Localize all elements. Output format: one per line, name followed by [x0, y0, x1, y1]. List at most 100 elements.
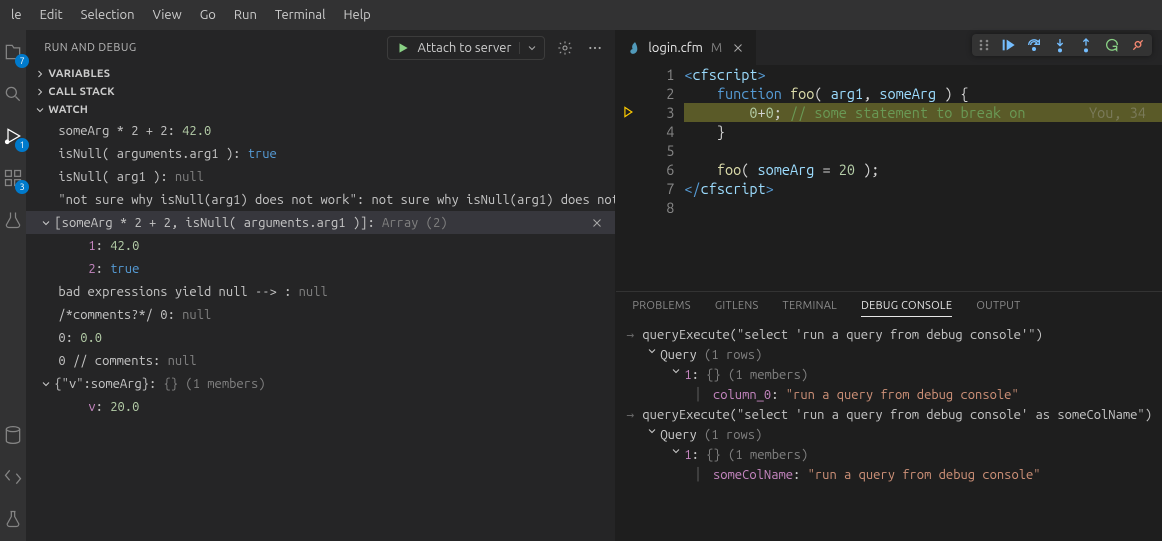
debug-console[interactable]: →queryExecute("select 'run a query from …	[616, 323, 1162, 541]
chevron-down-icon[interactable]	[40, 217, 54, 229]
watch-expression[interactable]: isNull( arguments.arg1 ): true	[26, 142, 615, 165]
console-line[interactable]: →queryExecute("select 'run a query from …	[616, 405, 1162, 425]
explorer-icon[interactable]: 7	[1, 40, 25, 64]
watch-label: WATCH	[48, 104, 88, 116]
testing-icon[interactable]	[1, 208, 25, 232]
ellipsis-icon[interactable]	[585, 38, 605, 58]
panel-tab[interactable]: PROBLEMS	[632, 300, 690, 317]
console-line[interactable]: 1: {} (1 members)	[616, 365, 1162, 385]
panel-tabs: PROBLEMS GITLENS TERMINAL DEBUG CONSOLE OUTP…	[616, 292, 1162, 323]
console-line[interactable]: │ column_0: "run a query from debug cons…	[616, 385, 1162, 405]
extensions-icon[interactable]: 3	[1, 166, 25, 190]
run-debug-icon[interactable]: 1	[1, 124, 25, 148]
debug-toolbar[interactable]	[972, 34, 1152, 56]
menu-item[interactable]: Run	[225, 4, 266, 26]
editor-tab[interactable]: login.cfm M	[616, 30, 757, 65]
console-line[interactable]: │ someColName: "run a query from debug c…	[616, 465, 1162, 485]
continue-icon[interactable]	[1000, 37, 1016, 53]
code-line[interactable]	[684, 198, 1162, 217]
step-over-icon[interactable]	[1026, 37, 1042, 53]
close-icon[interactable]	[728, 40, 748, 56]
watch-expression[interactable]: [someArg * 2 + 2, isNull( arguments.arg1…	[26, 211, 615, 234]
variables-section[interactable]: VARIABLES	[26, 65, 615, 83]
watch-expression[interactable]: bad expressions yield null --> : null	[26, 280, 615, 303]
panel-tab[interactable]: GITLENS	[715, 300, 759, 317]
gear-icon[interactable]	[555, 38, 575, 58]
chevron-right-icon	[34, 86, 48, 98]
watch-child[interactable]: v: 20.0	[26, 395, 615, 418]
bottom-panel: PROBLEMS GITLENS TERMINAL DEBUG CONSOLE OUTP…	[616, 291, 1162, 541]
menu-item[interactable]: le	[2, 4, 31, 26]
chevron-down-icon[interactable]	[670, 365, 684, 377]
debug-config-label: Attach to server	[418, 41, 520, 55]
restart-icon[interactable]	[1104, 37, 1120, 53]
watch-expression[interactable]: /*comments?*/ 0: null	[26, 303, 615, 326]
chevron-down-icon	[34, 104, 48, 116]
watch-list: someArg * 2 + 2: 42.0isNull( arguments.a…	[26, 119, 615, 541]
watch-expression[interactable]: isNull( arg1 ): null	[26, 165, 615, 188]
console-line[interactable]: Query (1 rows)	[616, 345, 1162, 365]
coldfusion-file-icon	[628, 41, 642, 55]
menu-item[interactable]: Help	[334, 4, 379, 26]
code-line[interactable]: function foo( arg1, someArg ) {	[684, 84, 1162, 103]
console-line[interactable]: Query (1 rows)	[616, 425, 1162, 445]
callstack-section[interactable]: CALL STACK	[26, 83, 615, 101]
watch-expression[interactable]: someArg * 2 + 2: 42.0	[26, 119, 615, 142]
panel-tab[interactable]: DEBUG CONSOLE	[861, 300, 952, 317]
chevron-down-icon[interactable]	[40, 378, 54, 390]
chevron-down-icon[interactable]	[646, 345, 660, 357]
code-line[interactable]: }	[684, 122, 1162, 141]
database-icon[interactable]	[1, 423, 25, 447]
chevron-down-icon[interactable]	[646, 425, 660, 437]
code-line[interactable]: <cfscript>	[684, 65, 1162, 84]
watch-expression[interactable]: "not sure why isNull(arg1) does not work…	[26, 188, 615, 211]
code-line[interactable]: foo( someArg = 20 );	[684, 160, 1162, 179]
console-line[interactable]: →queryExecute("select 'run a query from …	[616, 325, 1162, 345]
step-into-icon[interactable]	[1052, 37, 1068, 53]
disconnect-icon[interactable]	[1130, 37, 1146, 53]
input-arrow-icon: →	[626, 405, 642, 425]
callstack-label: CALL STACK	[48, 86, 114, 98]
panel-tab[interactable]: OUTPUT	[976, 300, 1020, 317]
code-editor[interactable]: 12345678 <cfscript> function foo( arg1, …	[616, 65, 1162, 291]
chevron-down-icon[interactable]	[670, 445, 684, 457]
activity-bar: 7 1 3	[0, 30, 26, 541]
watch-section[interactable]: WATCH	[26, 101, 615, 119]
panel-tab[interactable]: TERMINAL	[783, 300, 838, 317]
watch-child[interactable]: 1: 42.0	[26, 234, 615, 257]
menu-item[interactable]: Edit	[31, 4, 72, 26]
sidebar-title: RUN AND DEBUG	[44, 42, 136, 54]
tab-modified-indicator: M	[711, 41, 722, 55]
watch-expression[interactable]: 0 // comments: null	[26, 349, 615, 372]
git-blame-annotation: You, 34	[1089, 103, 1154, 122]
menu-item[interactable]: Terminal	[266, 4, 335, 26]
watch-expression[interactable]: {"v":someArg}: {} (1 members)	[26, 372, 615, 395]
run-and-debug-sidebar: RUN AND DEBUG Attach to server	[26, 30, 616, 541]
console-line[interactable]: 1: {} (1 members)	[616, 445, 1162, 465]
code-line[interactable]: </cfscript>	[684, 179, 1162, 198]
remote-icon[interactable]	[1, 465, 25, 489]
chevron-down-icon[interactable]	[519, 42, 544, 54]
menubar: leEditSelectionViewGoRunTerminalHelp	[0, 0, 1162, 30]
search-icon[interactable]	[1, 82, 25, 106]
chevron-right-icon	[34, 68, 48, 80]
menu-item[interactable]: View	[144, 4, 191, 26]
tab-filename: login.cfm	[648, 41, 702, 55]
editor-column: login.cfm M	[616, 30, 1162, 541]
start-debug-icon[interactable]	[388, 41, 418, 55]
code-line[interactable]: 0+0; // some statement to break onYou, 3…	[684, 103, 1162, 122]
step-out-icon[interactable]	[1078, 37, 1094, 53]
variables-label: VARIABLES	[48, 68, 110, 80]
debug-config-picker[interactable]: Attach to server	[387, 36, 546, 60]
code-line[interactable]	[684, 141, 1162, 160]
input-arrow-icon: →	[626, 325, 642, 345]
watch-child[interactable]: 2: true	[26, 257, 615, 280]
beaker-icon[interactable]	[1, 507, 25, 531]
menu-item[interactable]: Selection	[72, 4, 144, 26]
grip-icon[interactable]	[978, 38, 990, 52]
editor-tabbar: login.cfm M	[616, 30, 1162, 65]
execution-pointer-icon	[622, 105, 636, 119]
watch-expression[interactable]: 0: 0.0	[26, 326, 615, 349]
menu-item[interactable]: Go	[191, 4, 225, 26]
close-icon[interactable]	[585, 217, 609, 229]
